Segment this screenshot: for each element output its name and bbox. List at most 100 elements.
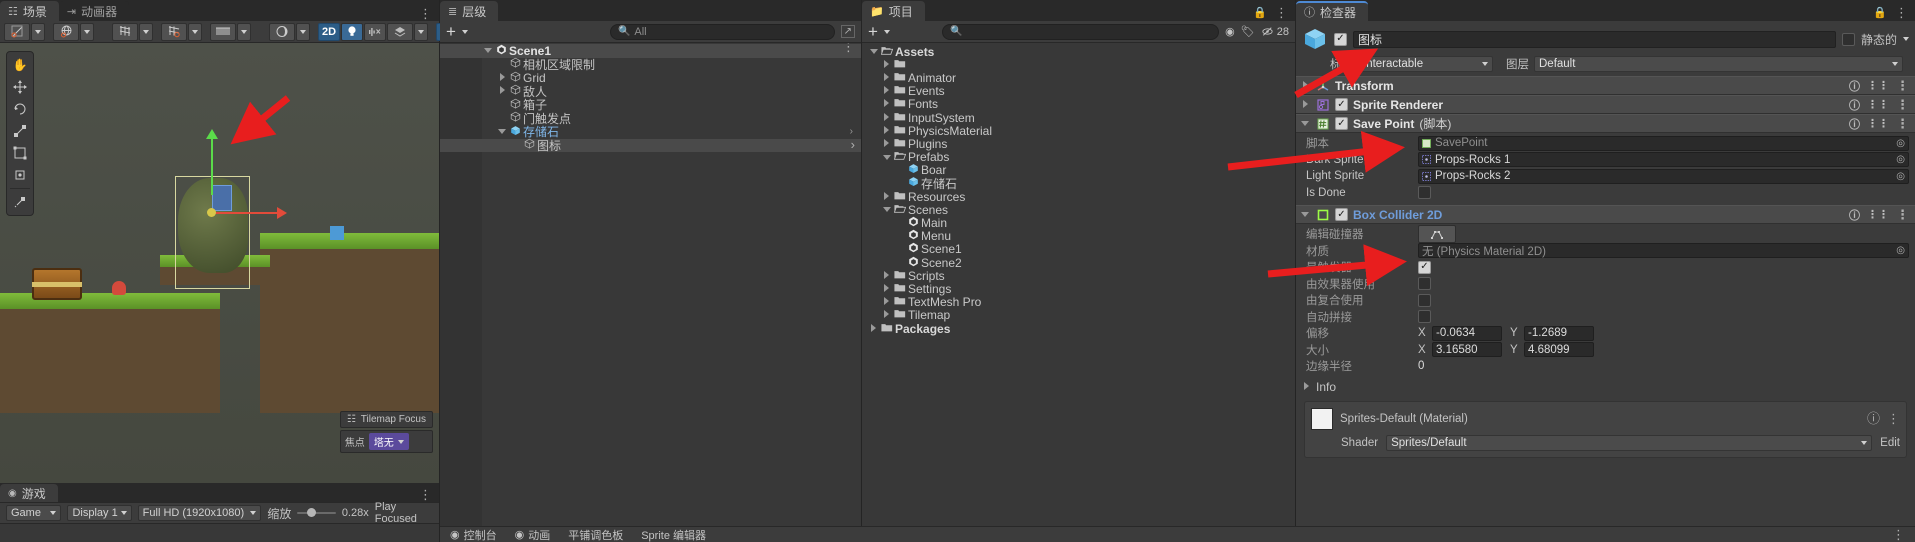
audio-icon[interactable] [364,22,386,41]
move-tool-icon[interactable] [7,76,33,98]
property-checkbox[interactable]: ✓ [1418,260,1431,274]
property-x-field[interactable]: 3.16580 [1432,342,1502,358]
prefab-open-arrow-icon[interactable]: › [850,126,853,137]
custom-tool-icon[interactable] [7,191,33,213]
status-item-animation[interactable]: ◉ 动画 [515,527,551,542]
property-checkbox[interactable]: ✓ [1418,277,1431,291]
project-item-5-toggle[interactable] [881,112,892,123]
property-y-field[interactable]: -1.2689 [1524,325,1594,341]
component-preset-icon[interactable]: ⋮⋮ [1867,117,1889,130]
material-help-icon[interactable]: ⓘ [1867,412,1880,425]
info-toggle-icon[interactable] [1300,381,1312,392]
component-header-save-point[interactable]: ✓ Save Point (脚本) ⓘ ⋮⋮ ⋮ [1296,114,1915,133]
pivot-rotation-icon[interactable] [4,22,30,41]
shading-mode-dropdown[interactable] [296,22,310,41]
add-asset-dropdown-icon[interactable] [883,29,890,34]
project-item-19-toggle[interactable] [881,297,892,307]
hierarchy-expand-icon[interactable]: ↗ [840,25,855,38]
component-enabled-checkbox[interactable]: ✓ [1335,208,1348,221]
project-item-19[interactable]: TextMesh Pro [862,295,1295,309]
component-toggle-icon[interactable] [1299,119,1311,128]
rect-tool-icon[interactable] [7,142,33,164]
status-bar-menu-icon[interactable]: ⋮ [1892,528,1905,541]
project-item-12-toggle[interactable] [881,205,892,214]
rotate-tool-icon[interactable] [7,98,33,120]
static-checkbox[interactable] [1841,32,1855,46]
move-gizmo-x-axis[interactable] [212,212,278,214]
display-dropdown[interactable]: Display 1 [67,505,132,521]
shader-dropdown[interactable]: Sprites/Default [1386,435,1873,451]
project-item-18-toggle[interactable] [881,283,892,294]
move-gizmo-x-arrow[interactable] [277,207,287,219]
component-header-sprite-renderer[interactable]: ✓ Sprite Renderer ⓘ ⋮⋮ ⋮ [1296,95,1915,114]
component-help-icon[interactable]: ⓘ [1849,116,1860,132]
project-item-17-toggle[interactable] [881,270,892,281]
property-number-value[interactable]: 0 [1418,360,1424,372]
property-x-field[interactable]: -0.0634 [1432,325,1502,341]
focus-value-chip[interactable]: 塔无 [368,433,409,450]
project-item-1[interactable] [862,58,1295,71]
tab-game[interactable]: ◉ 游戏 [0,484,58,502]
fx-dropdown[interactable] [414,22,428,41]
inspector-menu-icon[interactable]: ⋮ [1895,6,1908,19]
component-header-info[interactable]: Info [1296,379,1915,396]
enemy-sprite[interactable] [112,281,126,295]
component-menu-icon[interactable]: ⋮ [1896,117,1909,130]
move-gizmo-y-axis[interactable] [211,135,213,195]
project-item-2[interactable]: Animator [862,71,1295,85]
add-gameobject-button[interactable]: + [446,23,456,40]
project-item-8[interactable]: Prefabs [862,150,1295,164]
hierarchy-item-7[interactable]: 图标 › [440,138,861,153]
project-item-20[interactable]: Tilemap [862,308,1295,322]
project-item-6[interactable]: PhysicsMaterial [862,124,1295,138]
game-mode-dropdown[interactable]: Game [6,505,62,521]
tab-inspector[interactable]: ⓘ 检查器 [1296,1,1369,21]
hand-tool-icon[interactable]: ✋ [7,54,33,76]
project-item-5[interactable]: InputSystem [862,111,1295,125]
project-item-7[interactable]: Plugins [862,137,1295,151]
component-enabled-checkbox[interactable]: ✓ [1335,117,1348,130]
global-local-dropdown[interactable] [80,22,94,41]
hierarchy-item-0-toggle[interactable] [482,46,494,55]
hierarchy-item-4[interactable]: 箱子 [440,98,861,112]
shader-edit-button[interactable]: Edit [1880,437,1900,449]
move-gizmo-y-arrow[interactable] [206,129,218,139]
hierarchy-item-6-toggle[interactable] [496,127,508,136]
hierarchy-search-input[interactable]: 🔍 All [609,23,835,40]
project-item-8-toggle[interactable] [881,153,892,162]
edit-collider-button[interactable] [1418,225,1456,244]
property-y-field[interactable]: 4.68099 [1524,342,1594,358]
component-toggle-icon[interactable] [1299,80,1311,91]
hierarchy-item-2-toggle[interactable] [496,72,508,83]
material-menu-icon[interactable]: ⋮ [1887,412,1900,425]
scene-view[interactable]: ✋ ☷ Tilemap Focus 焦点 塔无 [0,43,439,483]
grid-visibility-icon[interactable] [161,22,187,41]
inspector-lock-icon[interactable]: 🔒 [1873,6,1887,19]
component-help-icon[interactable]: ⓘ [1849,78,1860,94]
project-item-15[interactable]: Scene1 [862,242,1295,256]
project-item-10[interactable]: 存储石 [862,177,1295,191]
tab-animator[interactable]: ⇥ 动画器 [58,1,130,21]
project-item-11-toggle[interactable] [881,191,892,202]
component-preset-icon[interactable]: ⋮⋮ [1867,79,1889,92]
component-header-transform[interactable]: Transform ⓘ ⋮⋮ ⋮ [1296,76,1915,95]
hierarchy-item-1[interactable]: 相机区域限制 [440,58,861,72]
game-menu-icon[interactable]: ⋮ [419,488,432,501]
property-object-field[interactable]: 无 (Physics Material 2D) ◎ [1418,243,1909,259]
hierarchy-item-3-toggle[interactable] [496,86,508,96]
scale-tool-icon[interactable] [7,120,33,142]
play-focused-button[interactable]: Play Focused [375,501,433,525]
tilemap-focus-overlay[interactable]: ☷ Tilemap Focus [339,411,433,428]
project-item-21[interactable]: Packages [862,322,1295,336]
object-picker-icon[interactable]: ◎ [1896,138,1905,149]
project-tree[interactable]: Assets Animator Events Fonts InputSystem Phys… [862,43,1295,542]
global-local-icon[interactable] [53,22,79,41]
hierarchy-scene-menu-icon[interactable]: ⋮ [842,43,855,53]
hierarchy-item-3[interactable]: 敌人 [440,85,861,99]
hierarchy-item-0[interactable]: Scene1 ⋮ [440,43,861,58]
property-checkbox[interactable]: ✓ [1418,293,1431,307]
property-checkbox[interactable]: ✓ [1418,186,1431,200]
pivot-dropdown[interactable] [31,22,45,41]
project-item-3-toggle[interactable] [881,86,892,96]
scale-slider[interactable] [297,508,336,517]
